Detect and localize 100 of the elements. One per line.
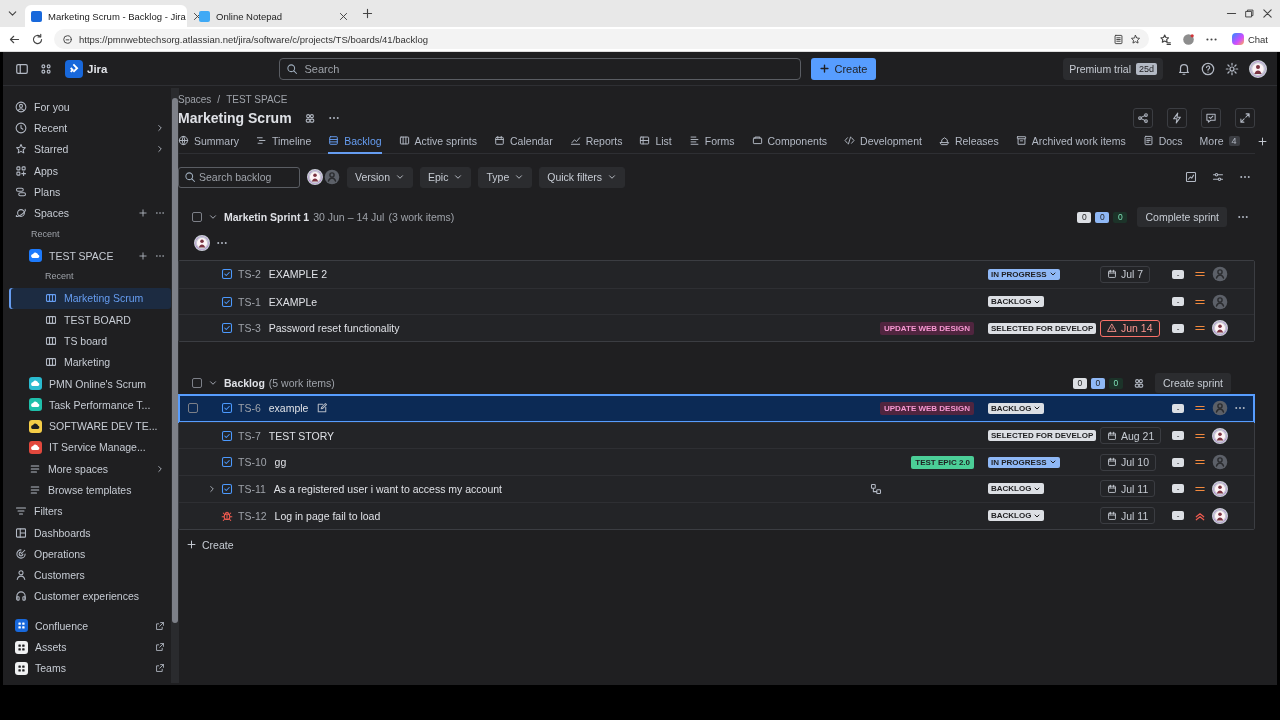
external-link-icon[interactable] bbox=[154, 620, 165, 631]
due-date[interactable]: Jul 10 bbox=[1100, 453, 1157, 471]
feedback-icon[interactable] bbox=[1201, 108, 1221, 128]
tab[interactable]: Calendar bbox=[494, 129, 553, 154]
due-date[interactable]: Jun 14 bbox=[1100, 319, 1160, 337]
nav-item[interactable]: Plans bbox=[9, 181, 171, 203]
breadcrumb-link[interactable]: Spaces bbox=[178, 93, 212, 105]
board-item[interactable]: Marketing bbox=[9, 351, 171, 373]
status-dropdown[interactable]: SELECTED FOR DEVELOP bbox=[988, 430, 1097, 442]
status-dropdown[interactable]: BACKLOG bbox=[988, 296, 1045, 308]
tab[interactable]: Backlog bbox=[328, 129, 382, 154]
premium-trial-button[interactable]: Premium trial 25d bbox=[1063, 57, 1163, 80]
sidebar-toggle-icon[interactable] bbox=[15, 61, 29, 76]
tab[interactable]: Forms bbox=[688, 129, 735, 154]
estimate[interactable]: - bbox=[1171, 484, 1185, 494]
nav-item[interactable]: Customers bbox=[9, 564, 171, 586]
close-icon[interactable] bbox=[338, 10, 349, 22]
work-item-row[interactable]: TS-1 EXAMPLe BACKLOG - bbox=[179, 287, 1254, 315]
fullscreen-icon[interactable] bbox=[1235, 108, 1255, 128]
plus-icon[interactable] bbox=[137, 208, 148, 219]
help-icon[interactable] bbox=[1201, 61, 1215, 76]
work-item-key[interactable]: TS-7 bbox=[238, 429, 261, 442]
status-dropdown[interactable]: IN PROGRESS bbox=[988, 268, 1060, 280]
user-avatar[interactable] bbox=[1249, 59, 1267, 78]
app-switcher-icon[interactable] bbox=[39, 61, 53, 76]
work-item-row[interactable]: TS-11 As a registered user i want to access my account BACKLOG Jul 11 - bbox=[179, 475, 1254, 502]
estimate[interactable]: - bbox=[1171, 269, 1185, 279]
filter-dropdown[interactable]: Version bbox=[347, 166, 414, 188]
work-item-key[interactable]: TS-3 bbox=[238, 322, 261, 335]
create-work-item-button[interactable]: Create bbox=[178, 531, 242, 558]
avatar[interactable] bbox=[307, 169, 323, 185]
work-item-row[interactable]: TS-3 Password reset functionality UPDATE WEB DESIGN SELECTED FOR DEVELOP Jun 14 - bbox=[179, 314, 1254, 342]
work-item-key[interactable]: TS-12 bbox=[238, 509, 267, 522]
complete-sprint-button[interactable]: Complete sprint bbox=[1137, 207, 1227, 227]
profile-icon[interactable] bbox=[1181, 32, 1195, 46]
tab[interactable]: Development bbox=[844, 129, 922, 154]
nav-item[interactable]: Apps bbox=[9, 159, 171, 182]
board-item[interactable]: Marketing Scrum bbox=[9, 287, 171, 309]
status-dropdown[interactable]: BACKLOG bbox=[988, 483, 1045, 495]
external-link-icon[interactable] bbox=[154, 663, 165, 674]
estimate[interactable]: - bbox=[1171, 431, 1185, 441]
nav-item[interactable]: Operations bbox=[9, 543, 171, 565]
status-dropdown[interactable]: BACKLOG bbox=[988, 510, 1045, 522]
nav-item[interactable]: For you bbox=[9, 96, 171, 118]
space-item[interactable]: Task Performance T... bbox=[9, 394, 171, 416]
nav-item[interactable]: Customer experiences bbox=[9, 585, 171, 608]
scrollbar[interactable] bbox=[170, 88, 179, 683]
filter-dropdown[interactable]: Type bbox=[478, 166, 533, 188]
external-link-icon[interactable] bbox=[154, 642, 165, 653]
chevron-right-icon[interactable] bbox=[207, 483, 217, 494]
reader-icon[interactable] bbox=[1112, 33, 1124, 45]
work-item-summary[interactable]: TEST STORY bbox=[268, 429, 335, 442]
create-sprint-button[interactable]: Create sprint bbox=[1154, 373, 1231, 394]
due-date[interactable]: Aug 21 bbox=[1100, 427, 1162, 445]
nav-item[interactable]: Spaces bbox=[9, 202, 171, 224]
estimate[interactable]: - bbox=[1171, 403, 1185, 413]
nav-item[interactable]: More spaces bbox=[9, 458, 171, 480]
avatar[interactable] bbox=[1212, 320, 1228, 337]
settings-icon[interactable] bbox=[1225, 61, 1239, 76]
nav-item[interactable]: Filters bbox=[9, 500, 171, 522]
status-dropdown[interactable]: BACKLOG bbox=[988, 402, 1045, 414]
space-item[interactable]: TEST SPACE bbox=[9, 245, 171, 267]
filter-dropdown[interactable]: Epic bbox=[420, 166, 472, 188]
address-bar[interactable]: https://pmnwebtechsorg.atlassian.net/jira/software/c/projects/TS/boards/41/backlog bbox=[54, 29, 1149, 49]
space-item[interactable]: SOFTWARE DEV TE... bbox=[9, 415, 171, 437]
site-info-icon[interactable] bbox=[62, 33, 73, 45]
tab[interactable]: Docs bbox=[1142, 129, 1183, 154]
tab[interactable]: Components bbox=[751, 129, 828, 154]
favorites-icon[interactable] bbox=[1158, 32, 1172, 46]
epic-label[interactable]: UPDATE WEB DESIGN bbox=[879, 321, 974, 335]
create-button[interactable]: Create bbox=[811, 57, 876, 80]
chevron-down-icon[interactable] bbox=[208, 212, 218, 222]
due-date[interactable]: Jul 11 bbox=[1100, 480, 1156, 498]
work-item-key[interactable]: TS-2 bbox=[238, 268, 261, 281]
tab[interactable]: Archived work items bbox=[1015, 129, 1126, 154]
tab[interactable]: Summary bbox=[178, 129, 239, 154]
work-item-summary[interactable]: As a registered user i want to access my account bbox=[273, 482, 502, 495]
work-item-summary[interactable]: EXAMPLe bbox=[268, 295, 318, 308]
unassigned-avatar[interactable] bbox=[1212, 293, 1228, 310]
avatar[interactable] bbox=[1212, 480, 1228, 497]
work-item-summary[interactable]: gg bbox=[274, 456, 287, 469]
work-item-key[interactable]: TS-6 bbox=[238, 402, 261, 415]
work-item-key[interactable]: TS-1 bbox=[238, 295, 261, 308]
space-item[interactable]: IT Service Manage... bbox=[9, 436, 171, 459]
app-link[interactable]: Confluence bbox=[9, 615, 171, 637]
edit-icon[interactable] bbox=[316, 402, 329, 415]
tab[interactable]: List bbox=[639, 129, 672, 154]
work-item-summary[interactable]: EXAMPLE 2 bbox=[268, 268, 328, 281]
filter-dropdown[interactable]: Quick filters bbox=[539, 166, 626, 188]
avatar[interactable] bbox=[194, 235, 210, 251]
status-dropdown[interactable]: IN PROGRESS bbox=[988, 456, 1060, 468]
breadcrumb-link[interactable]: TEST SPACE bbox=[226, 93, 288, 105]
estimate[interactable]: - bbox=[1171, 511, 1185, 521]
checkbox[interactable] bbox=[192, 378, 202, 389]
nav-item[interactable]: Starred bbox=[9, 138, 171, 160]
work-item-row[interactable]: TS-6 example UPDATE WEB DESIGN BACKLOG - bbox=[179, 395, 1254, 422]
estimate[interactable]: - bbox=[1171, 297, 1185, 307]
status-dropdown[interactable]: SELECTED FOR DEVELOP bbox=[988, 322, 1097, 334]
people-settings-icon[interactable] bbox=[1132, 377, 1145, 390]
more-tab[interactable]: More 4 bbox=[1199, 129, 1240, 154]
